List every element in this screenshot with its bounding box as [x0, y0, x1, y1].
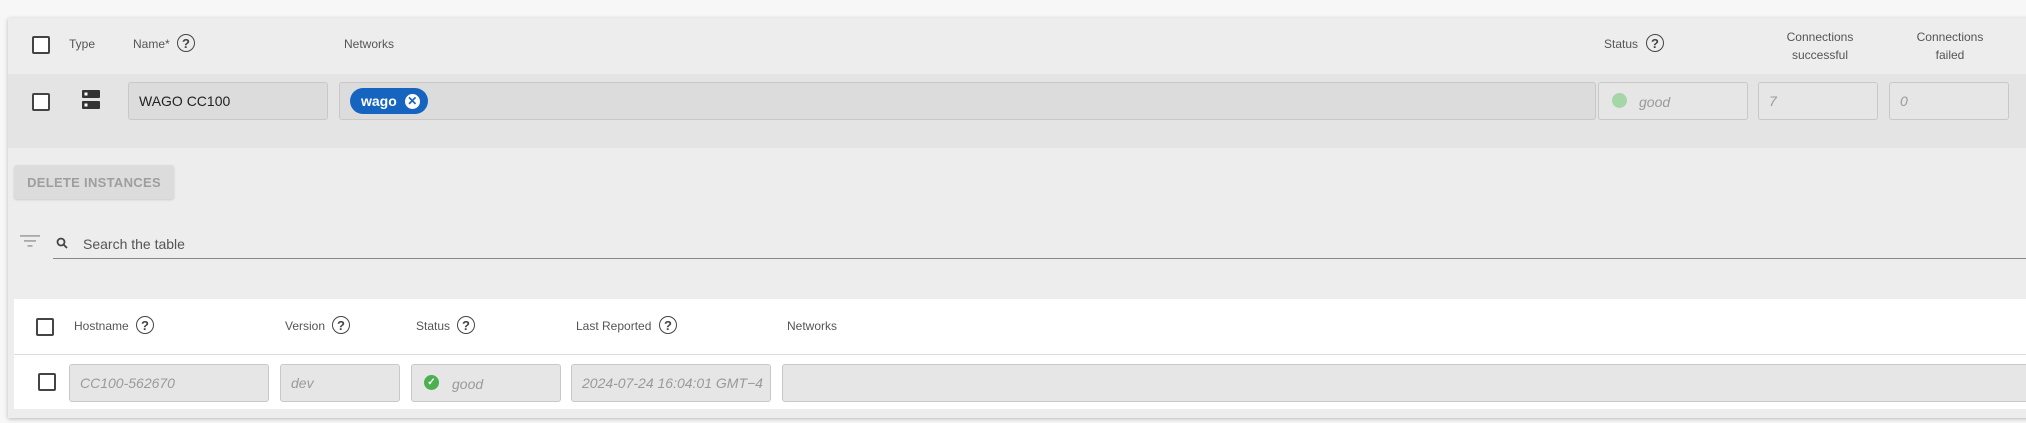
subtable-select-all-checkbox[interactable] — [36, 318, 54, 336]
help-icon[interactable]: ? — [332, 316, 350, 334]
status-field: good — [1598, 82, 1748, 120]
header-hostname: Hostname — [74, 319, 129, 333]
instance-details-table: Hostname ? Version ? Status ? Last Repor… — [14, 299, 2026, 409]
header-type: Type — [69, 37, 96, 51]
chip-label: wago — [361, 93, 397, 109]
connections-failed-field: 0 — [1889, 82, 2009, 120]
status-text: good — [452, 376, 484, 392]
search-input[interactable]: Search the table — [83, 236, 185, 252]
last-reported-field: 2024-07-24 16:04:01 GMT−4 — [571, 364, 771, 402]
header-networks: Networks — [344, 37, 395, 51]
server-icon — [82, 90, 100, 110]
header-connections-failed: Connections failed — [1916, 30, 1984, 62]
status-good-icon — [1612, 93, 1627, 108]
status-text: good — [1639, 94, 1671, 110]
status-field: ✓ good — [411, 364, 561, 402]
row-checkbox[interactable] — [38, 373, 56, 391]
search-icon — [56, 236, 70, 250]
row-checkbox[interactable] — [32, 93, 50, 111]
header-status: Status — [416, 319, 451, 333]
help-icon[interactable]: ? — [1646, 34, 1664, 52]
filter-icon[interactable] — [20, 234, 40, 248]
header-version: Version — [285, 319, 326, 333]
status-good-icon: ✓ — [424, 375, 439, 390]
delete-instances-button[interactable]: DELETE INSTANCES — [14, 165, 174, 199]
table-row: WAGO CC100 wago ✕ good 7 0 — [8, 74, 2026, 148]
header-last-reported: Last Reported — [576, 319, 652, 333]
version-field: dev — [280, 364, 400, 402]
subtable-divider — [14, 354, 2026, 355]
help-icon[interactable]: ? — [136, 316, 154, 334]
connections-successful-field: 7 — [1758, 82, 1878, 120]
header-name: Name* — [133, 37, 170, 51]
search-underline — [53, 258, 2026, 259]
networks-field — [782, 364, 2026, 402]
help-icon[interactable]: ? — [457, 316, 475, 334]
header-status: Status — [1604, 37, 1639, 51]
network-chip[interactable]: wago ✕ — [350, 88, 428, 114]
select-all-checkbox[interactable] — [32, 36, 50, 54]
name-field[interactable]: WAGO CC100 — [128, 82, 328, 120]
networks-field[interactable]: wago ✕ — [339, 82, 1596, 120]
header-networks: Networks — [787, 319, 838, 333]
hostname-field: CC100-562670 — [69, 364, 269, 402]
help-icon[interactable]: ? — [177, 34, 195, 52]
help-icon[interactable]: ? — [659, 316, 677, 334]
header-connections-successful: Connections successful — [1786, 30, 1854, 62]
chip-remove-icon[interactable]: ✕ — [404, 93, 420, 109]
